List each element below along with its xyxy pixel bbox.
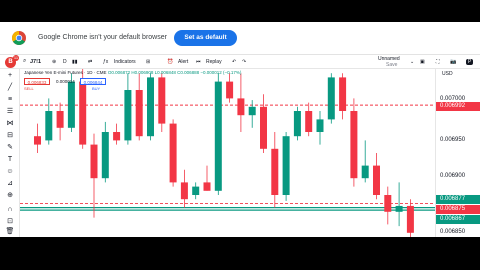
spread-value: 0.000014 xyxy=(56,79,75,84)
price-tick: 0.006900 xyxy=(440,173,466,179)
add-symbol-icon[interactable]: ⊕ xyxy=(52,59,56,65)
candle-body[interactable] xyxy=(158,77,166,124)
candle-body[interactable] xyxy=(293,111,301,137)
brush-icon[interactable]: ✎ xyxy=(5,143,15,153)
candle-body[interactable] xyxy=(214,81,222,191)
chart-top-toolbar: B 11 ⌕ J7!1 ⊕ D ▮▮ ⇄ ƒx Indicators ⊞ ⏰ A… xyxy=(0,55,480,69)
candle-body[interactable] xyxy=(395,205,403,212)
search-icon[interactable]: ⌕ xyxy=(23,58,26,65)
templates-icon[interactable]: ⊞ xyxy=(146,59,150,65)
candle-body[interactable] xyxy=(248,106,256,116)
set-as-default-button[interactable]: Set as default xyxy=(174,30,237,46)
price-tick: 0.006850 xyxy=(440,229,466,235)
sell-button[interactable]: 0.006833 xyxy=(24,78,50,85)
indicators-button[interactable]: Indicators xyxy=(114,59,136,65)
currency-label[interactable]: USD xyxy=(442,71,453,77)
candle-body[interactable] xyxy=(384,195,392,212)
candle-body[interactable] xyxy=(226,81,234,99)
chart-type-icon[interactable]: ▮▮ xyxy=(72,59,78,65)
trash-icon[interactable]: 🗑 xyxy=(5,227,15,237)
buy-button[interactable]: 0.006844 xyxy=(80,78,106,85)
replay-icon[interactable]: ⏮ xyxy=(196,59,201,65)
price-tag: 0.006877 xyxy=(436,195,480,204)
redo-icon[interactable]: ↷ xyxy=(242,59,246,65)
candle-body[interactable] xyxy=(350,111,358,179)
browser-window: Google Chrome isn't your default browser… xyxy=(0,22,480,237)
candle-body[interactable] xyxy=(271,148,279,195)
candle-body[interactable] xyxy=(237,98,245,116)
candle-body[interactable] xyxy=(260,106,267,149)
candle-body[interactable] xyxy=(45,111,53,141)
undo-icon[interactable]: ↶ xyxy=(232,59,236,65)
candle-body[interactable] xyxy=(101,132,109,179)
measure-icon[interactable]: ⊿ xyxy=(5,179,15,189)
indicators-icon[interactable]: ƒx xyxy=(103,59,108,65)
candle-body[interactable] xyxy=(124,90,132,141)
layout-icon[interactable]: ▣ xyxy=(420,59,425,65)
candle-body[interactable] xyxy=(169,123,177,183)
projection-icon[interactable]: ⊟ xyxy=(5,131,15,141)
chevron-down-icon[interactable]: ⌄ xyxy=(410,59,414,65)
price-tick: 0.006950 xyxy=(440,137,466,143)
chrome-logo-icon xyxy=(12,31,26,45)
price-tag: 0.006875 xyxy=(436,205,480,214)
ohlc-values: O0.006872 H0.006908 L0.006848 C0.006888 … xyxy=(107,70,242,75)
candle-body[interactable] xyxy=(79,81,87,145)
pattern-icon[interactable]: ⋈ xyxy=(5,119,15,129)
symbol-title: Japanese Yen E-mini Futures · 1D · CME xyxy=(24,70,107,75)
fullscreen-icon[interactable]: ⛶ xyxy=(436,59,440,65)
chart-pane[interactable]: Japanese Yen E-mini Futures · 1D · CME O… xyxy=(20,69,435,237)
candle-body[interactable] xyxy=(203,182,211,191)
horizontal-lines-icon[interactable]: ≡ xyxy=(5,95,15,105)
candle-body[interactable] xyxy=(135,90,143,137)
candle-body[interactable] xyxy=(67,81,75,128)
buy-label: BUY xyxy=(92,86,101,91)
candle-body[interactable] xyxy=(361,165,369,179)
price-axis[interactable]: USD 0.007000 0.006950 0.006900 0.006850 … xyxy=(435,69,480,237)
candle-body[interactable] xyxy=(406,205,414,233)
zoom-icon[interactable]: ⊕ xyxy=(5,191,15,201)
default-browser-infobar: Google Chrome isn't your default browser… xyxy=(0,22,480,55)
candle-body[interactable] xyxy=(113,132,121,141)
timeframe-button[interactable]: D xyxy=(63,59,67,65)
replay-button[interactable]: Replay xyxy=(206,59,222,65)
price-tag: 0.006992 xyxy=(436,102,480,111)
alert-icon[interactable]: ⏰ xyxy=(167,59,173,65)
alert-button[interactable]: Alert xyxy=(178,59,188,65)
infobar-message: Google Chrome isn't your default browser xyxy=(38,34,167,41)
save-button[interactable]: Save xyxy=(386,62,397,68)
price-tag: 0.006867 xyxy=(436,215,480,224)
notification-badge: 11 xyxy=(13,55,19,61)
drawing-toolbar: + ╱ ≡ ☰ ⋈ ⊟ ✎ T ☺ ⊿ ⊕ ∩ ⊡ 🗑 xyxy=(0,69,20,237)
candle-body[interactable] xyxy=(34,136,41,145)
candle-body[interactable] xyxy=(316,119,324,132)
magnet-icon[interactable]: ∩ xyxy=(5,205,15,215)
candle-body[interactable] xyxy=(373,165,380,195)
candle-body[interactable] xyxy=(339,77,347,111)
candle-body[interactable] xyxy=(56,111,64,128)
trendline-icon[interactable]: ╱ xyxy=(5,83,15,93)
symbol-search-button[interactable]: J7!1 xyxy=(30,59,41,65)
candle-body[interactable] xyxy=(192,186,200,195)
icons-icon[interactable]: ☺ xyxy=(5,167,15,177)
lock-icon[interactable]: ⊡ xyxy=(5,217,15,227)
candle-body[interactable] xyxy=(327,77,335,120)
candle-body[interactable] xyxy=(147,77,154,137)
chart-legend: Japanese Yen E-mini Futures · 1D · CME O… xyxy=(24,70,241,75)
compare-icon[interactable]: ⇄ xyxy=(88,59,92,65)
text-icon[interactable]: T xyxy=(5,155,15,165)
crosshair-icon[interactable]: + xyxy=(5,71,15,81)
fib-icon[interactable]: ☰ xyxy=(5,107,15,117)
candle-body[interactable] xyxy=(90,144,98,179)
candlestick-chart[interactable] xyxy=(20,69,435,237)
candle-body[interactable] xyxy=(305,111,313,132)
candle-body[interactable] xyxy=(180,182,188,200)
publish-button[interactable]: P xyxy=(466,59,474,65)
camera-icon[interactable]: 📷 xyxy=(450,59,456,65)
sell-label: SELL xyxy=(24,86,34,91)
candle-body[interactable] xyxy=(282,136,290,195)
